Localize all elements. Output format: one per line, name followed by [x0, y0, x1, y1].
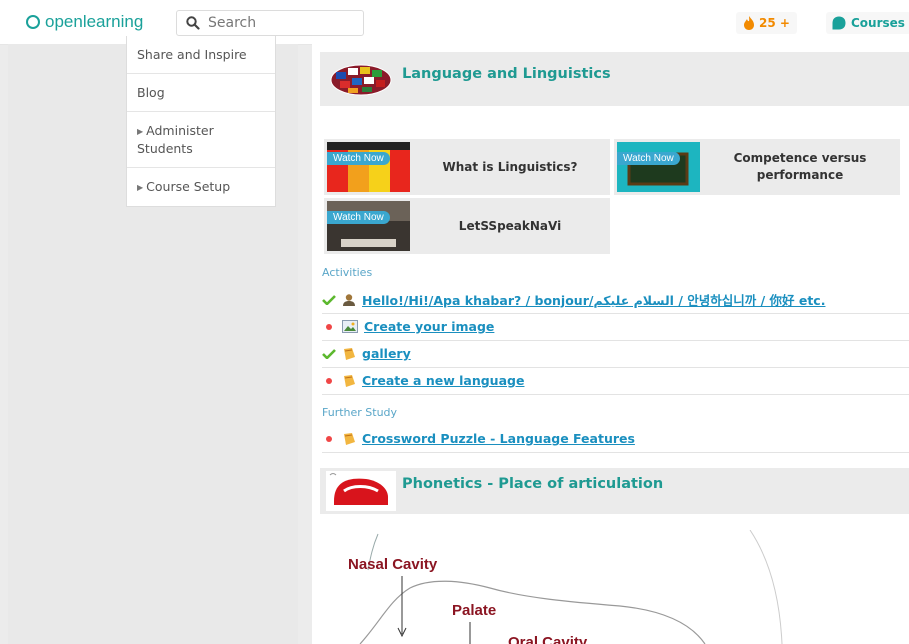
section-title: Phonetics - Place of articulation: [402, 476, 664, 492]
sidebar-item-label: Administer Students: [137, 123, 214, 156]
video-title: Competence versus performance: [733, 151, 867, 182]
section-header-language: Language and Linguistics: [320, 52, 909, 106]
activity-link[interactable]: Hello!/Hi!/Apa khabar? / bonjour/السلام …: [362, 290, 825, 309]
logo-text: openlearning: [45, 12, 144, 31]
colored-bars-thumbnail-icon: [327, 142, 410, 192]
activity-item: Create your image: [322, 313, 909, 341]
course-menu: Share and Inspire Blog ▶ Administer Stude…: [126, 36, 276, 207]
video-card[interactable]: Watch Now Competence versus performance: [614, 139, 900, 195]
courses-icon: [832, 16, 846, 30]
activity-item: Crossword Puzzle - Language Features: [322, 425, 909, 453]
triangle-right-icon: ▶: [137, 183, 144, 192]
points-count: 25 +: [759, 16, 790, 30]
logo[interactable]: openlearning: [26, 12, 143, 32]
video-thumbnail: Watch Now: [327, 142, 410, 192]
video-still-thumbnail-icon: [327, 201, 410, 251]
watch-now-badge: Watch Now: [327, 152, 390, 165]
blackboard-thumbnail-icon: [617, 142, 700, 192]
main-content: Language and Linguistics Watch Now What …: [312, 44, 909, 644]
vocal-tract-outline-icon: [359, 530, 783, 644]
courses-label: Courses: [851, 16, 905, 30]
flame-icon: [744, 16, 754, 30]
activity-link[interactable]: gallery: [362, 346, 411, 361]
incomplete-dot-icon: [322, 377, 336, 384]
section-title: Language and Linguistics: [402, 66, 611, 82]
sidebar-item-label: Share and Inspire: [137, 47, 247, 62]
sidebar-item-share-and-inspire[interactable]: Share and Inspire: [127, 36, 275, 74]
sidebar-item-blog[interactable]: Blog: [127, 74, 275, 112]
person-icon: [343, 293, 355, 306]
further-study-label: Further Study: [322, 406, 398, 419]
sidebar-item-label: Blog: [137, 85, 165, 100]
video-card[interactable]: Watch Now LetSSpeakNaVi: [324, 198, 610, 254]
sidebar-item-administer-students[interactable]: ▶ Administer Students: [127, 112, 275, 168]
video-card[interactable]: Watch Now What is Linguistics?: [324, 139, 610, 195]
activity-item: Create a new language: [322, 367, 909, 395]
diagram-label-nasal-cavity: Nasal Cavity: [348, 556, 438, 573]
section-header-phonetics: Phonetics - Place of articulation: [320, 468, 909, 514]
triangle-right-icon: ▶: [137, 127, 144, 136]
activities-label: Activities: [322, 266, 373, 279]
logo-ring-icon: [26, 15, 40, 29]
mouth-diagram-icon: [326, 471, 396, 511]
activity-link[interactable]: Create a new language: [362, 373, 524, 388]
check-icon: [322, 348, 336, 359]
activity-link[interactable]: Create your image: [364, 319, 494, 334]
video-title: LetSSpeakNaVi: [458, 218, 562, 233]
video-thumbnail: Watch Now: [617, 142, 700, 192]
sidebar-item-label: Course Setup: [146, 179, 231, 194]
search-icon: [186, 16, 200, 30]
image-icon: [342, 320, 358, 333]
activity-item: gallery: [322, 340, 909, 368]
courses-button[interactable]: Courses: [826, 12, 909, 34]
incomplete-dot-icon: [322, 435, 336, 442]
page-icon: [344, 347, 355, 360]
video-thumbnail: Watch Now: [327, 201, 410, 251]
video-title: What is Linguistics?: [442, 159, 578, 174]
diagram-label-oral-cavity: Oral Cavity: [508, 634, 588, 644]
activity-link[interactable]: Crossword Puzzle - Language Features: [362, 431, 635, 446]
search-box[interactable]: [176, 10, 364, 36]
incomplete-dot-icon: [322, 323, 336, 330]
check-icon: [322, 294, 336, 305]
page-icon: [344, 374, 355, 387]
articulation-diagram: Nasal Cavity Palate Oral Cavity: [320, 530, 909, 644]
search-input[interactable]: [208, 15, 348, 31]
watch-now-badge: Watch Now: [327, 211, 390, 224]
world-flags-globe-icon: [330, 64, 392, 96]
points-badge[interactable]: 25 +: [736, 12, 797, 34]
watch-now-badge: Watch Now: [617, 152, 680, 165]
sidebar-item-course-setup[interactable]: ▶ Course Setup: [127, 168, 275, 206]
diagram-label-palate: Palate: [452, 602, 497, 619]
page-icon: [344, 432, 355, 445]
activity-item: Hello!/Hi!/Apa khabar? / bonjour/السلام …: [322, 286, 909, 314]
